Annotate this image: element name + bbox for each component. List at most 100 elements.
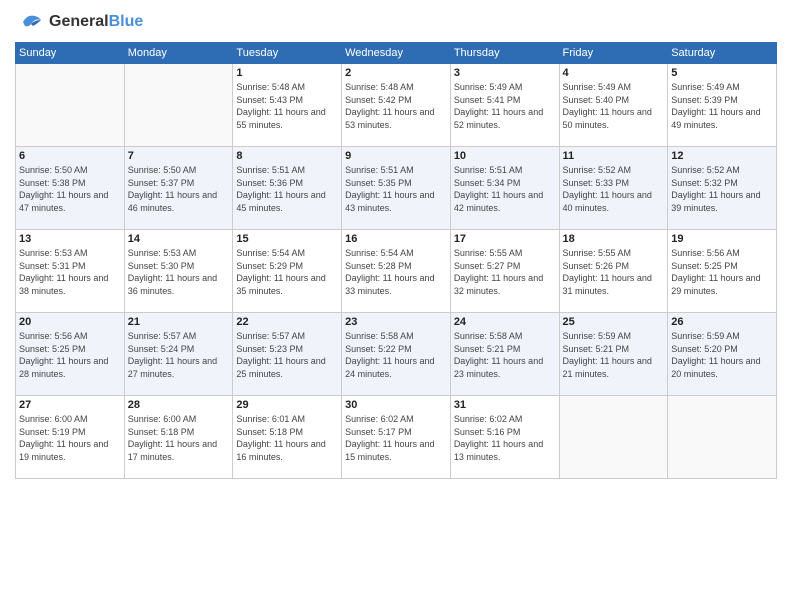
day-number: 9 (345, 150, 447, 162)
calendar-cell: 17 Sunrise: 5:55 AM Sunset: 5:27 PM Dayli… (450, 230, 559, 313)
day-info: Sunrise: 5:51 AM Sunset: 5:35 PM Dayligh… (345, 164, 447, 214)
calendar-cell: 7 Sunrise: 5:50 AM Sunset: 5:37 PM Daylig… (124, 147, 233, 230)
calendar-cell (559, 396, 668, 479)
day-info: Sunrise: 5:57 AM Sunset: 5:24 PM Dayligh… (128, 330, 230, 380)
day-number: 3 (454, 67, 556, 79)
day-info: Sunrise: 5:55 AM Sunset: 5:27 PM Dayligh… (454, 247, 556, 297)
calendar-cell: 22Sunrise: 5:57 AM Sunset: 5:23 PM Dayli… (233, 313, 342, 396)
calendar-cell: 27 Sunrise: 6:00 AM Sunset: 5:19 PM Dayli… (16, 396, 125, 479)
calendar-cell: 25 Sunrise: 5:59 AM Sunset: 5:21 PM Dayli… (559, 313, 668, 396)
day-info: Sunrise: 5:58 AM Sunset: 5:22 PM Dayligh… (345, 330, 447, 380)
calendar-cell: 19 Sunrise: 5:56 AM Sunset: 5:25 PM Dayli… (668, 230, 777, 313)
calendar-cell: 23 Sunrise: 5:58 AM Sunset: 5:22 PM Dayli… (342, 313, 451, 396)
day-number: 21 (128, 316, 230, 328)
day-info: Sunrise: 5:53 AM Sunset: 5:30 PM Dayligh… (128, 247, 230, 297)
calendar-cell: 13Sunrise: 5:53 AM Sunset: 5:31 PM Dayli… (16, 230, 125, 313)
calendar-cell: 2 Sunrise: 5:48 AM Sunset: 5:42 PM Daylig… (342, 64, 451, 147)
day-info: Sunrise: 5:56 AM Sunset: 5:25 PM Dayligh… (671, 247, 773, 297)
day-number: 23 (345, 316, 447, 328)
calendar-cell: 30 Sunrise: 6:02 AM Sunset: 5:17 PM Dayli… (342, 396, 451, 479)
calendar-cell: 26Sunrise: 5:59 AM Sunset: 5:20 PM Dayli… (668, 313, 777, 396)
day-info: Sunrise: 5:56 AM Sunset: 5:25 PM Dayligh… (19, 330, 121, 380)
logo-text: GeneralBlue (49, 13, 143, 31)
day-number: 30 (345, 399, 447, 411)
calendar-cell: 20Sunrise: 5:56 AM Sunset: 5:25 PM Dayli… (16, 313, 125, 396)
weekday-header-wednesday: Wednesday (342, 43, 451, 64)
logo-bird-icon (15, 10, 45, 34)
day-number: 29 (236, 399, 338, 411)
day-info: Sunrise: 5:53 AM Sunset: 5:31 PM Dayligh… (19, 247, 121, 297)
page: GeneralBlue SundayMondayTuesdayWednesday… (0, 0, 792, 612)
week-row-1: 6 Sunrise: 5:50 AM Sunset: 5:38 PM Daylig… (16, 147, 777, 230)
day-info: Sunrise: 5:59 AM Sunset: 5:21 PM Dayligh… (563, 330, 665, 380)
calendar-cell: 6 Sunrise: 5:50 AM Sunset: 5:38 PM Daylig… (16, 147, 125, 230)
calendar-cell: 10Sunrise: 5:51 AM Sunset: 5:34 PM Dayli… (450, 147, 559, 230)
day-number: 4 (563, 67, 665, 79)
day-info: Sunrise: 5:49 AM Sunset: 5:41 PM Dayligh… (454, 81, 556, 131)
day-info: Sunrise: 6:01 AM Sunset: 5:18 PM Dayligh… (236, 413, 338, 463)
calendar-cell: 3 Sunrise: 5:49 AM Sunset: 5:41 PM Daylig… (450, 64, 559, 147)
day-info: Sunrise: 5:49 AM Sunset: 5:39 PM Dayligh… (671, 81, 773, 131)
week-row-0: 1 Sunrise: 5:48 AM Sunset: 5:43 PM Daylig… (16, 64, 777, 147)
calendar-cell: 24 Sunrise: 5:58 AM Sunset: 5:21 PM Dayli… (450, 313, 559, 396)
day-number: 1 (236, 67, 338, 79)
calendar-cell: 12 Sunrise: 5:52 AM Sunset: 5:32 PM Dayli… (668, 147, 777, 230)
day-number: 17 (454, 233, 556, 245)
day-number: 2 (345, 67, 447, 79)
weekday-header-tuesday: Tuesday (233, 43, 342, 64)
day-info: Sunrise: 5:50 AM Sunset: 5:37 PM Dayligh… (128, 164, 230, 214)
day-number: 24 (454, 316, 556, 328)
day-info: Sunrise: 5:54 AM Sunset: 5:29 PM Dayligh… (236, 247, 338, 297)
day-number: 27 (19, 399, 121, 411)
day-number: 7 (128, 150, 230, 162)
day-number: 11 (563, 150, 665, 162)
weekday-header-sunday: Sunday (16, 43, 125, 64)
day-info: Sunrise: 5:52 AM Sunset: 5:32 PM Dayligh… (671, 164, 773, 214)
calendar-cell (124, 64, 233, 147)
day-number: 12 (671, 150, 773, 162)
day-info: Sunrise: 5:48 AM Sunset: 5:43 PM Dayligh… (236, 81, 338, 131)
day-number: 19 (671, 233, 773, 245)
calendar-cell: 18Sunrise: 5:55 AM Sunset: 5:26 PM Dayli… (559, 230, 668, 313)
calendar-cell: 29 Sunrise: 6:01 AM Sunset: 5:18 PM Dayli… (233, 396, 342, 479)
week-row-4: 27 Sunrise: 6:00 AM Sunset: 5:19 PM Dayli… (16, 396, 777, 479)
day-info: Sunrise: 6:00 AM Sunset: 5:19 PM Dayligh… (19, 413, 121, 463)
day-info: Sunrise: 5:51 AM Sunset: 5:34 PM Dayligh… (454, 164, 556, 214)
calendar-cell: 15 Sunrise: 5:54 AM Sunset: 5:29 PM Dayli… (233, 230, 342, 313)
day-number: 8 (236, 150, 338, 162)
weekday-header-row: SundayMondayTuesdayWednesdayThursdayFrid… (16, 43, 777, 64)
day-number: 18 (563, 233, 665, 245)
weekday-header-saturday: Saturday (668, 43, 777, 64)
day-info: Sunrise: 5:49 AM Sunset: 5:40 PM Dayligh… (563, 81, 665, 131)
calendar-cell: 21 Sunrise: 5:57 AM Sunset: 5:24 PM Dayli… (124, 313, 233, 396)
week-row-3: 20Sunrise: 5:56 AM Sunset: 5:25 PM Dayli… (16, 313, 777, 396)
day-number: 15 (236, 233, 338, 245)
day-number: 25 (563, 316, 665, 328)
calendar-cell: 31 Sunrise: 6:02 AM Sunset: 5:16 PM Dayli… (450, 396, 559, 479)
day-info: Sunrise: 5:48 AM Sunset: 5:42 PM Dayligh… (345, 81, 447, 131)
day-number: 26 (671, 316, 773, 328)
calendar-cell: 28Sunrise: 6:00 AM Sunset: 5:18 PM Dayli… (124, 396, 233, 479)
weekday-header-thursday: Thursday (450, 43, 559, 64)
calendar-cell: 5 Sunrise: 5:49 AM Sunset: 5:39 PM Daylig… (668, 64, 777, 147)
calendar-cell: 14 Sunrise: 5:53 AM Sunset: 5:30 PM Dayli… (124, 230, 233, 313)
day-number: 6 (19, 150, 121, 162)
weekday-header-friday: Friday (559, 43, 668, 64)
day-number: 31 (454, 399, 556, 411)
day-info: Sunrise: 6:02 AM Sunset: 5:16 PM Dayligh… (454, 413, 556, 463)
day-info: Sunrise: 5:54 AM Sunset: 5:28 PM Dayligh… (345, 247, 447, 297)
day-info: Sunrise: 6:00 AM Sunset: 5:18 PM Dayligh… (128, 413, 230, 463)
calendar-cell: 8 Sunrise: 5:51 AM Sunset: 5:36 PM Daylig… (233, 147, 342, 230)
day-number: 5 (671, 67, 773, 79)
day-info: Sunrise: 5:51 AM Sunset: 5:36 PM Dayligh… (236, 164, 338, 214)
day-number: 14 (128, 233, 230, 245)
day-info: Sunrise: 5:58 AM Sunset: 5:21 PM Dayligh… (454, 330, 556, 380)
calendar-cell: 4 Sunrise: 5:49 AM Sunset: 5:40 PM Daylig… (559, 64, 668, 147)
calendar-cell: 9 Sunrise: 5:51 AM Sunset: 5:35 PM Daylig… (342, 147, 451, 230)
day-info: Sunrise: 5:50 AM Sunset: 5:38 PM Dayligh… (19, 164, 121, 214)
day-number: 16 (345, 233, 447, 245)
header: GeneralBlue (15, 10, 777, 34)
calendar-cell: 16 Sunrise: 5:54 AM Sunset: 5:28 PM Dayli… (342, 230, 451, 313)
day-info: Sunrise: 6:02 AM Sunset: 5:17 PM Dayligh… (345, 413, 447, 463)
calendar-table: SundayMondayTuesdayWednesdayThursdayFrid… (15, 42, 777, 479)
